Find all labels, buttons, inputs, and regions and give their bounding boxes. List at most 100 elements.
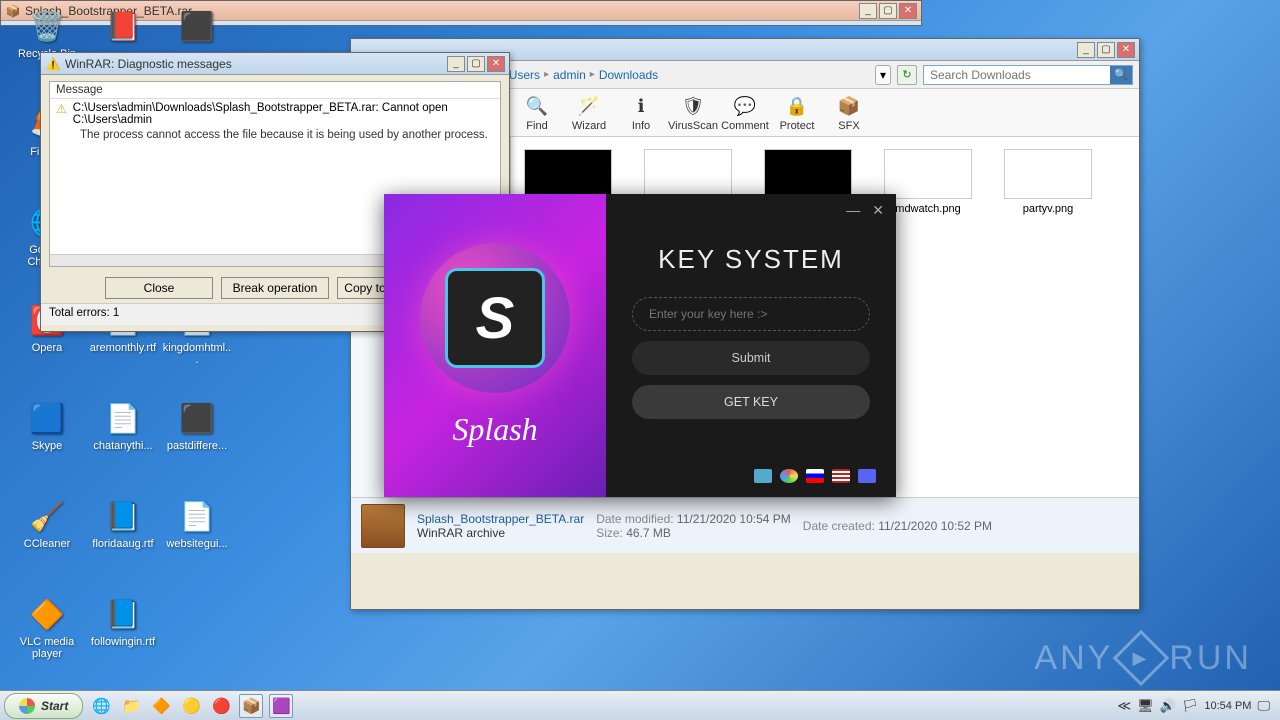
desktop-icon-glyph: ⬛: [177, 398, 217, 438]
desktop-icon-label: pastdiffere...: [162, 440, 232, 452]
desktop-icon[interactable]: 📘followingin.rtf: [88, 594, 158, 648]
desktop-icon-label: Opera: [12, 342, 82, 354]
close-button[interactable]: ✕: [1117, 42, 1135, 58]
desktop-icon[interactable]: 🟦Skype: [12, 398, 82, 452]
taskbar-chrome-icon[interactable]: 🟡: [179, 694, 203, 718]
desktop-icon-label: kingdomhtml...: [162, 342, 232, 366]
desktop-icon[interactable]: 📘floridaaug.rtf: [88, 496, 158, 550]
flag-ru-icon[interactable]: [806, 469, 824, 483]
close-button[interactable]: ✕: [872, 202, 884, 219]
splash-right-panel: — ✕ KEY SYSTEM Submit GET KEY: [606, 194, 896, 497]
close-button[interactable]: Close: [105, 277, 213, 299]
submit-button[interactable]: Submit: [632, 341, 870, 375]
file-name: partyv.png: [1003, 203, 1093, 215]
desktop-icon-glyph: 🧹: [27, 496, 67, 536]
tray-network-icon[interactable]: 🖥: [1137, 698, 1154, 714]
file-thumbnail: [1004, 149, 1092, 199]
close-button[interactable]: ✕: [487, 56, 505, 72]
splash-left-panel: S Splash: [384, 194, 606, 497]
toolbar-label: Protect: [771, 120, 823, 132]
desktop-icon-glyph: 📘: [103, 496, 143, 536]
maximize-button[interactable]: ▢: [467, 56, 485, 72]
diagnostic-titlebar[interactable]: ⚠️ WinRAR: Diagnostic messages _ ▢ ✕: [41, 53, 509, 75]
taskbar-ie-icon[interactable]: 🌐: [89, 694, 113, 718]
breadcrumb-segment[interactable]: Users: [509, 68, 540, 82]
toolbar-find-button[interactable]: 🔍Find: [511, 94, 563, 132]
breadcrumb-segment[interactable]: Downloads: [599, 68, 658, 82]
file-name: mdwatch.png: [883, 203, 973, 215]
minimize-button[interactable]: —: [846, 202, 860, 219]
get-key-button[interactable]: GET KEY: [632, 385, 870, 419]
detail-modified-label: Date modified:: [596, 512, 673, 526]
file-thumbnail: [644, 149, 732, 199]
desktop-icon-glyph: 📄: [103, 398, 143, 438]
splash-s-icon: S: [445, 268, 545, 368]
desktop-icon-glyph: 📕: [103, 6, 143, 46]
desktop-icon[interactable]: ⬛: [162, 6, 232, 48]
desktop-icon-glyph: ⬛: [177, 6, 217, 46]
detail-size: 46.7 MB: [626, 526, 671, 540]
toolbar-icon: 💬: [719, 94, 771, 120]
toolbar-icon: ℹ: [615, 94, 667, 120]
maximize-button[interactable]: ▢: [1097, 42, 1115, 58]
tray-clock: 10:54 PM: [1204, 700, 1251, 712]
taskbar-winrar-icon[interactable]: 📦: [239, 694, 263, 718]
minimize-button[interactable]: _: [1077, 42, 1095, 58]
flag-us-icon[interactable]: [832, 469, 850, 483]
taskbar: Start 🌐 📁 🔶 🟡 🔴 📦 🟪 ≪ 🖥 🔊 🏳 10:54 PM 🖵: [0, 690, 1280, 720]
system-tray: ≪ 🖥 🔊 🏳 10:54 PM 🖵: [1118, 698, 1280, 714]
diamond-icon[interactable]: [754, 469, 772, 483]
refresh-button[interactable]: ↻: [897, 65, 917, 85]
search-icon[interactable]: 🔍: [1110, 66, 1132, 84]
taskbar-explorer-icon[interactable]: 📁: [119, 694, 143, 718]
toolbar-label: Wizard: [563, 120, 615, 132]
toolbar-protect-button[interactable]: 🔒Protect: [771, 94, 823, 132]
key-system-heading: KEY SYSTEM: [632, 244, 870, 275]
minimize-button[interactable]: _: [447, 56, 465, 72]
taskbar-vlc-icon[interactable]: 🔶: [149, 694, 173, 718]
message-header: Message: [50, 82, 500, 99]
file-item[interactable]: mdwatch.png: [883, 149, 973, 215]
desktop-icon[interactable]: 📕: [88, 6, 158, 48]
toolbar-label: Find: [511, 120, 563, 132]
tray-flag-icon[interactable]: 🏳: [1182, 698, 1199, 714]
toolbar-wizard-button[interactable]: 🪄Wizard: [563, 94, 615, 132]
file-item[interactable]: partyv.png: [1003, 149, 1093, 215]
social-icons: [754, 469, 876, 483]
taskbar-opera-icon[interactable]: 🔴: [209, 694, 233, 718]
splash-brand: Splash: [452, 411, 537, 448]
start-label: Start: [41, 699, 68, 713]
toolbar-virusscan-button[interactable]: 🛡VirusScan: [667, 94, 719, 132]
tray-monitor-icon[interactable]: 🖵: [1257, 698, 1270, 714]
toolbar-info-button[interactable]: ℹInfo: [615, 94, 667, 132]
toolbar-sfx-button[interactable]: 📦SFX: [823, 94, 875, 132]
desktop-icon[interactable]: ⬛ pastdiffere...: [162, 398, 232, 452]
toolbar-label: VirusScan: [667, 120, 719, 132]
splash-logo: S: [420, 243, 570, 393]
toolbar-icon: 📦: [823, 94, 875, 120]
chrome-icon[interactable]: [780, 469, 798, 483]
desktop-icon[interactable]: 📄chatanythi...: [88, 398, 158, 452]
windows-orb-icon: [19, 698, 35, 714]
search-input[interactable]: [924, 68, 1110, 82]
detail-created-label: Date created:: [803, 519, 875, 533]
break-operation-button[interactable]: Break operation: [221, 277, 329, 299]
detail-size-label: Size:: [596, 526, 623, 540]
toolbar-label: Info: [615, 120, 667, 132]
history-dropdown[interactable]: ▾: [875, 65, 891, 85]
desktop-icon-label: VLC media player: [12, 636, 82, 660]
desktop-icon[interactable]: 📄websitegui...: [162, 496, 232, 550]
taskbar-splash-icon[interactable]: 🟪: [269, 694, 293, 718]
tray-chevron-icon[interactable]: ≪: [1118, 698, 1132, 714]
start-button[interactable]: Start: [4, 693, 83, 719]
detail-created: 11/21/2020 10:52 PM: [878, 519, 992, 533]
desktop-icon[interactable]: 🔶VLC media player: [12, 594, 82, 660]
file-thumbnail: [524, 149, 612, 199]
breadcrumb-segment[interactable]: admin: [553, 68, 586, 82]
discord-icon[interactable]: [858, 469, 876, 483]
search-box: 🔍: [923, 65, 1133, 85]
toolbar-comment-button[interactable]: 💬Comment: [719, 94, 771, 132]
tray-volume-icon[interactable]: 🔊: [1160, 698, 1176, 714]
desktop-icon[interactable]: 🧹CCleaner: [12, 496, 82, 550]
key-input[interactable]: [632, 297, 870, 331]
